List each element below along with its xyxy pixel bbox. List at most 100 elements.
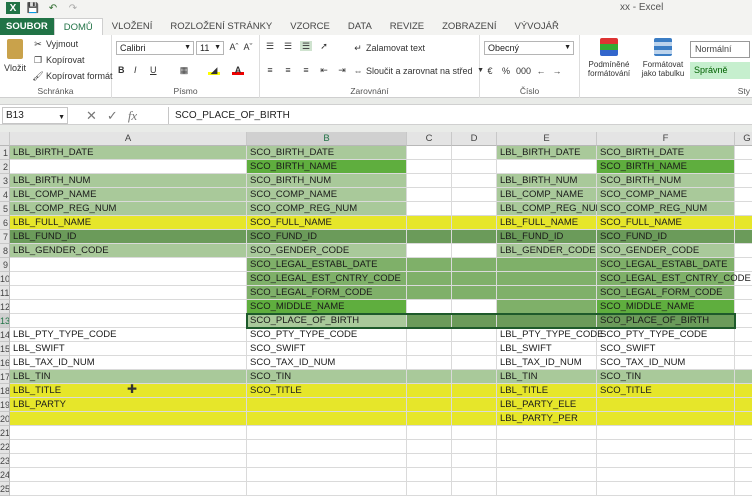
cell-b23[interactable] [247, 454, 407, 468]
cell-c9[interactable] [407, 258, 452, 272]
align-left-icon[interactable]: ≡ [264, 65, 276, 75]
cell-e16[interactable]: LBL_TAX_ID_NUM [497, 356, 597, 370]
cell-d8[interactable] [452, 244, 497, 258]
currency-icon[interactable]: € [484, 66, 496, 76]
cell-a15[interactable]: LBL_SWIFT [10, 342, 247, 356]
row-header-7[interactable]: 7 [0, 230, 10, 244]
row-header-11[interactable]: 11 [0, 286, 10, 300]
percent-button[interactable]: % [500, 66, 512, 76]
cell-e8[interactable]: LBL_GENDER_CODE [497, 244, 597, 258]
cell-e2[interactable] [497, 160, 597, 174]
cell-b11[interactable]: SCO_LEGAL_FORM_CODE [247, 286, 407, 300]
cell-a5[interactable]: LBL_COMP_REG_NUM [10, 202, 247, 216]
cell-g5[interactable] [735, 202, 752, 216]
cell-e22[interactable] [497, 440, 597, 454]
cell-d23[interactable] [452, 454, 497, 468]
name-box[interactable]: B13 ▼ [2, 107, 68, 124]
cell-d10[interactable] [452, 272, 497, 286]
row-header-23[interactable]: 23 [0, 454, 10, 468]
cell-d5[interactable] [452, 202, 497, 216]
cell-f1[interactable]: SCO_BIRTH_DATE [597, 146, 735, 160]
row-header-16[interactable]: 16 [0, 356, 10, 370]
cell-g9[interactable] [735, 258, 752, 272]
cell-f3[interactable]: SCO_BIRTH_NUM [597, 174, 735, 188]
cell-d21[interactable] [452, 426, 497, 440]
cell-d19[interactable] [452, 398, 497, 412]
row-header-1[interactable]: 1 [0, 146, 10, 160]
cell-c22[interactable] [407, 440, 452, 454]
cell-f15[interactable]: SCO_SWIFT [597, 342, 735, 356]
cell-g20[interactable] [735, 412, 752, 426]
save-icon[interactable]: 💾 [26, 2, 40, 14]
cell-e14[interactable]: LBL_PTY_TYPE_CODE [497, 328, 604, 342]
shrink-font-button[interactable]: Aˇ [242, 42, 254, 52]
row-header-24[interactable]: 24 [0, 468, 10, 482]
font-name-select[interactable]: Calibri ▼ [116, 41, 194, 55]
tab-developer[interactable]: VÝVOJÁŘ [505, 18, 567, 35]
cell-f24[interactable] [597, 468, 735, 482]
cell-g10[interactable] [735, 272, 752, 286]
cell-g11[interactable] [735, 286, 752, 300]
copy-button[interactable]: ❐ Kopírovat [32, 55, 85, 65]
column-header-f[interactable]: F [597, 132, 735, 146]
cell-e19[interactable]: LBL_PARTY_ELE [497, 398, 597, 412]
cell-b12[interactable]: SCO_MIDDLE_NAME [247, 300, 407, 314]
cell-e24[interactable] [497, 468, 597, 482]
cell-a22[interactable] [10, 440, 247, 454]
cell-d13[interactable] [452, 314, 497, 328]
cell-f17[interactable]: SCO_TIN [597, 370, 735, 384]
cell-a13[interactable] [10, 314, 247, 328]
cell-c23[interactable] [407, 454, 452, 468]
cell-d7[interactable] [452, 230, 497, 244]
cell-c5[interactable] [407, 202, 452, 216]
cell-e6[interactable]: LBL_FULL_NAME [497, 216, 597, 230]
cell-f18[interactable]: SCO_TITLE [597, 384, 735, 398]
row-header-10[interactable]: 10 [0, 272, 10, 286]
cell-a4[interactable]: LBL_COMP_NAME [10, 188, 247, 202]
cell-e23[interactable] [497, 454, 597, 468]
cell-b7[interactable]: SCO_FUND_ID [247, 230, 407, 244]
cell-g3[interactable] [735, 174, 752, 188]
cell-c14[interactable] [407, 328, 452, 342]
cell-g19[interactable] [735, 398, 752, 412]
cell-d11[interactable] [452, 286, 497, 300]
tab-view[interactable]: ZOBRAZENÍ [433, 18, 505, 35]
cell-f19[interactable] [597, 398, 735, 412]
align-top-icon[interactable]: ☰ [264, 41, 276, 51]
column-header-e[interactable]: E [497, 132, 597, 146]
cell-b18[interactable]: SCO_TITLE [247, 384, 407, 398]
cell-a24[interactable] [10, 468, 247, 482]
tab-formulas[interactable]: VZORCE [281, 18, 339, 35]
increase-decimal-icon[interactable]: ← [535, 66, 547, 76]
cell-b4[interactable]: SCO_COMP_NAME [247, 188, 407, 202]
cell-e18[interactable]: LBL_TITLE [497, 384, 597, 398]
cell-a9[interactable] [10, 258, 247, 272]
cell-d9[interactable] [452, 258, 497, 272]
cell-g24[interactable] [735, 468, 752, 482]
cell-a10[interactable] [10, 272, 247, 286]
cell-f23[interactable] [597, 454, 735, 468]
cell-d4[interactable] [452, 188, 497, 202]
row-header-2[interactable]: 2 [0, 160, 10, 174]
cell-c21[interactable] [407, 426, 452, 440]
cell-c4[interactable] [407, 188, 452, 202]
orientation-icon[interactable]: ➚ [318, 41, 330, 51]
cell-d22[interactable] [452, 440, 497, 454]
tab-review[interactable]: REVIZE [381, 18, 433, 35]
cell-e17[interactable]: LBL_TIN [497, 370, 597, 384]
cell-b13[interactable]: SCO_PLACE_OF_BIRTH [247, 314, 407, 328]
cell-e1[interactable]: LBL_BIRTH_DATE [497, 146, 597, 160]
align-middle-icon[interactable]: ☰ [282, 41, 294, 51]
increase-indent-icon[interactable]: ⇥ [336, 65, 348, 75]
cell-c1[interactable] [407, 146, 452, 160]
cell-c8[interactable] [407, 244, 452, 258]
row-header-3[interactable]: 3 [0, 174, 10, 188]
borders-button[interactable]: ▦ [178, 65, 190, 75]
align-right-icon[interactable]: ≡ [300, 65, 312, 75]
cell-c16[interactable] [407, 356, 452, 370]
tab-insert[interactable]: VLOŽENÍ [103, 18, 162, 35]
cell-c6[interactable] [407, 216, 452, 230]
underline-button[interactable]: U [150, 65, 157, 75]
cell-g4[interactable] [735, 188, 752, 202]
merge-center-button[interactable]: ⇔ Sloučit a zarovnat na střed ▼ [352, 66, 487, 76]
